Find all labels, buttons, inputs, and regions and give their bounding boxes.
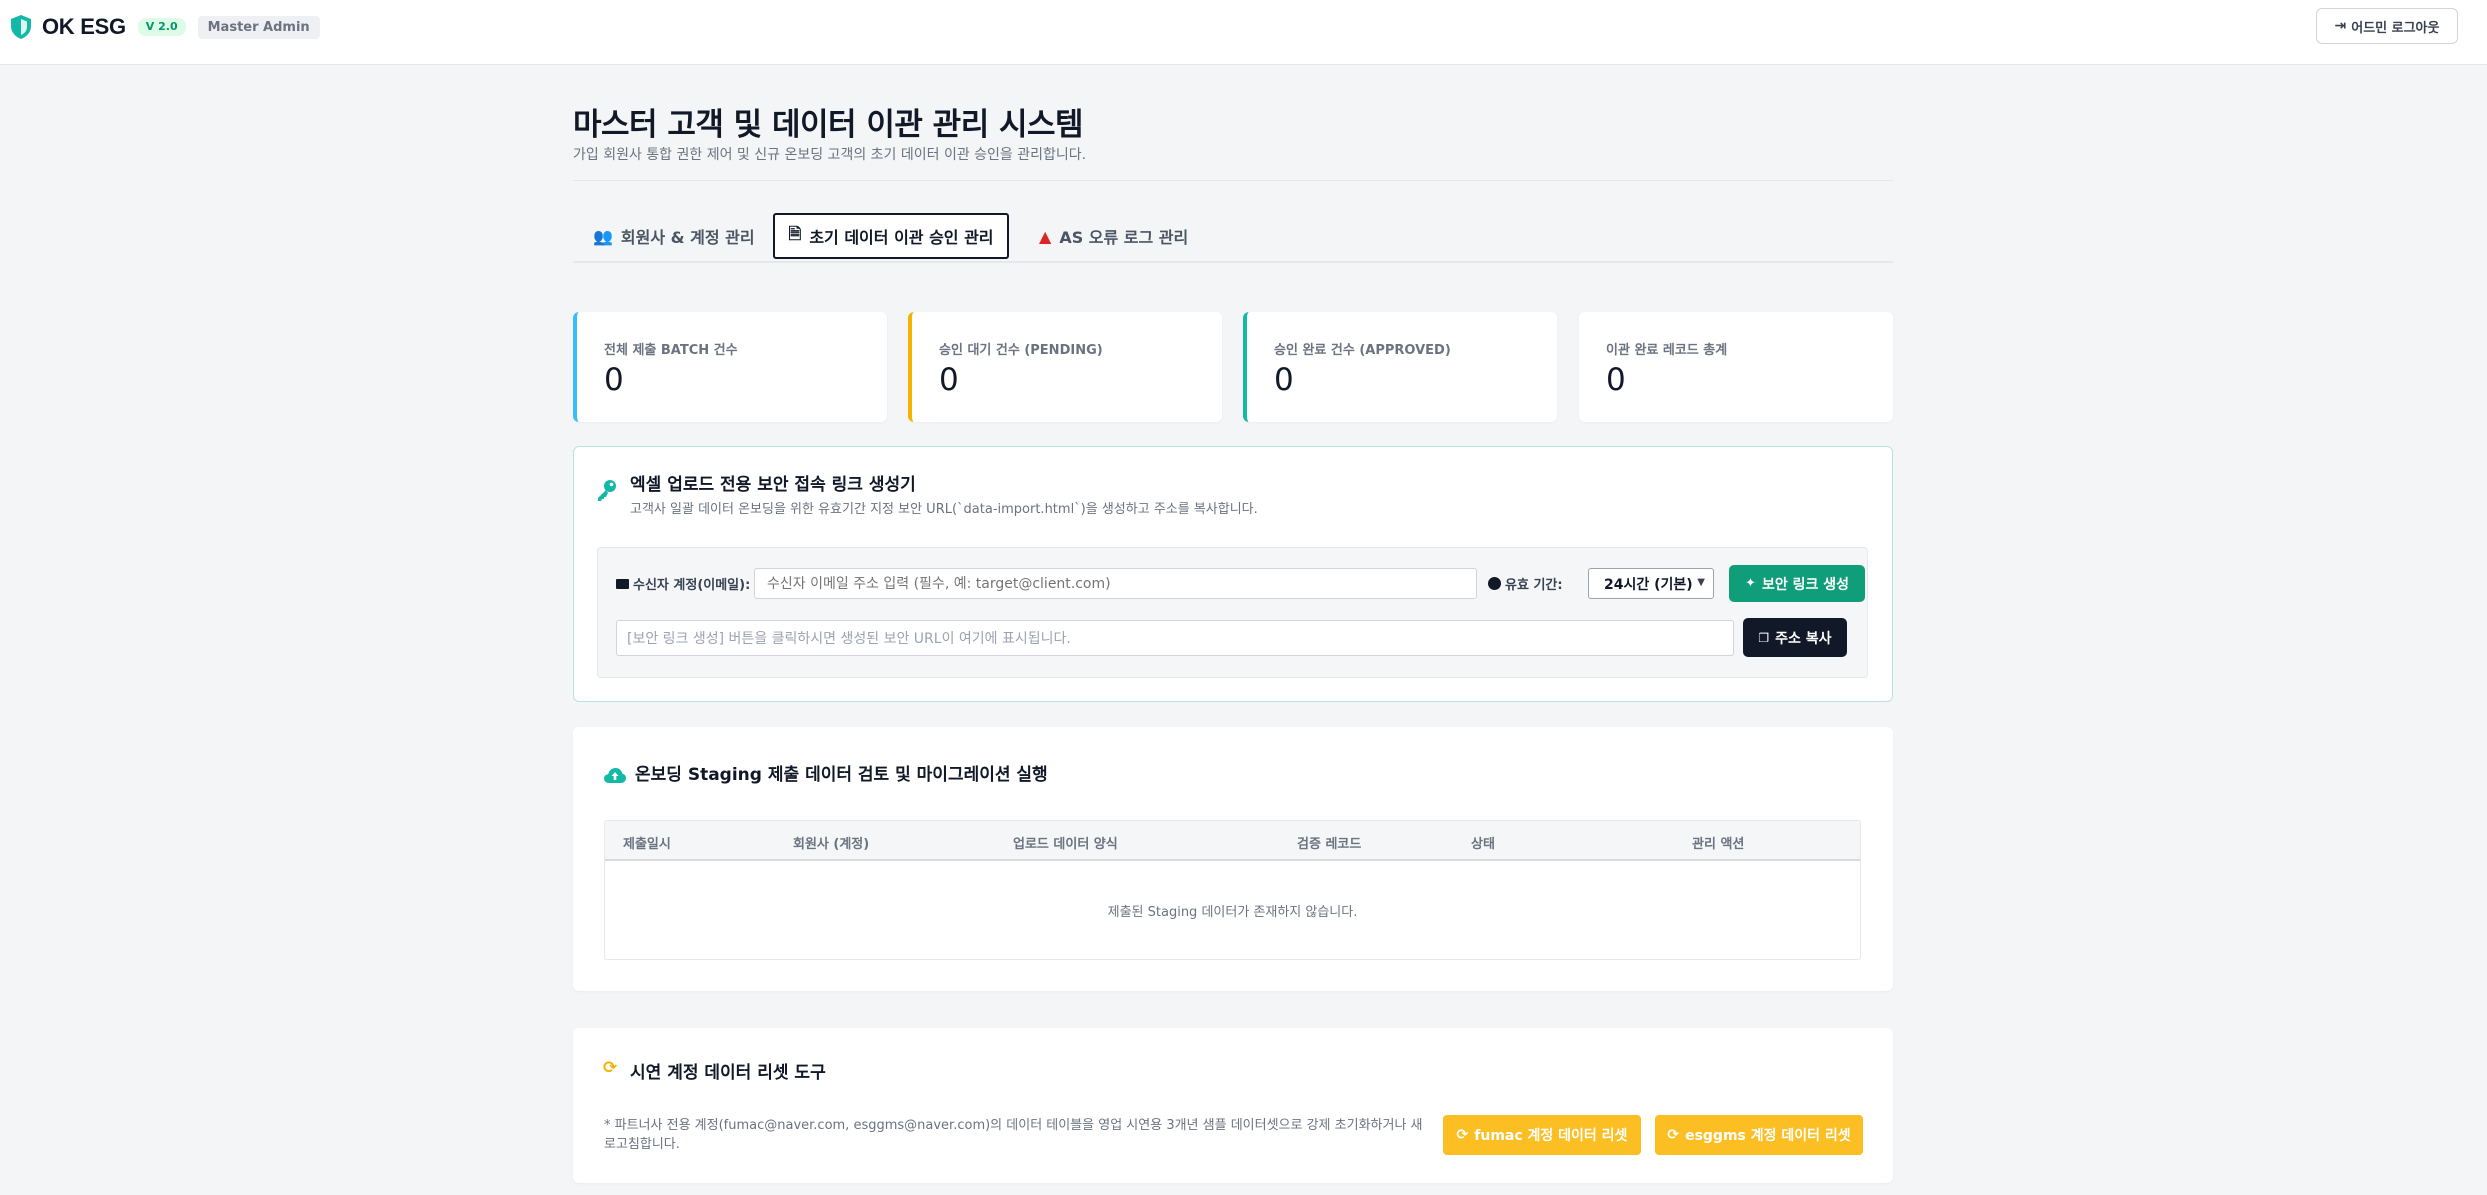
stat-label: 전체 제출 BATCH 건수	[604, 343, 738, 358]
stat-label: 승인 대기 건수 (PENDING)	[939, 343, 1103, 358]
tab-label: AS 오류 로그 관리	[1059, 228, 1189, 247]
stat-value: 0	[1274, 362, 1294, 398]
brand: OK ESG V 2.0 Master Admin	[10, 14, 320, 40]
column-header: 업로드 데이터 양식	[1013, 837, 1118, 852]
envelope-icon	[616, 578, 629, 589]
refresh-icon: ⟳	[603, 1058, 618, 1078]
empty-state-message: 제출된 Staging 데이터가 존재하지 않습니다.	[1107, 905, 1358, 920]
generator-description: 고객사 일괄 데이터 온보딩을 위한 유효기간 지정 보안 URL(`data-…	[630, 502, 1258, 517]
chevron-down-icon: ▼	[1697, 577, 1705, 588]
reset-title: 시연 계정 데이터 리셋 도구	[630, 1063, 826, 1083]
copy-label: 주소 복사	[1775, 630, 1832, 647]
reset-fumac-button[interactable]: ⟳ fumac 계정 데이터 리셋	[1443, 1115, 1641, 1155]
file-import-icon: 🗎	[788, 223, 802, 243]
validity-selected: 24시간 (기본)	[1604, 576, 1693, 593]
tab-label: 회원사 & 계정 관리	[620, 228, 755, 247]
key-icon	[598, 480, 616, 501]
generator-form: 수신자 계정(이메일): 유효 기간: 24시간 (기본) ▼ ✦ 보안 링크 …	[597, 547, 1868, 678]
stat-label: 이관 완료 레코드 총계	[1606, 343, 1728, 358]
recipient-label: 수신자 계정(이메일):	[616, 574, 750, 593]
generate-link-button[interactable]: ✦ 보안 링크 생성	[1729, 565, 1865, 602]
generate-label: 보안 링크 생성	[1761, 576, 1849, 593]
table-header: 제출일시 회원사 (계정) 업로드 데이터 양식 검증 레코드 상태 관리 액션	[605, 821, 1860, 861]
reset-fumac-label: fumac 계정 데이터 리셋	[1474, 1128, 1628, 1144]
logout-button[interactable]: ⇥ 어드민 로그아웃	[2316, 8, 2458, 44]
top-navbar: OK ESG V 2.0 Master Admin ⇥ 어드민 로그아웃	[0, 0, 2487, 65]
shield-logo-icon	[11, 15, 31, 39]
brand-name: OK ESG	[42, 14, 126, 39]
stat-value: 0	[939, 362, 959, 398]
column-header: 검증 레코드	[1297, 837, 1362, 852]
users-icon: 👥	[593, 226, 613, 246]
generator-title: 엑셀 업로드 전용 보안 접속 링크 생성기	[630, 475, 916, 495]
secure-link-generator: 엑셀 업로드 전용 보안 접속 링크 생성기 고객사 일괄 데이터 온보딩을 위…	[573, 446, 1893, 702]
url-placeholder: [보안 링크 생성] 버튼을 클릭하시면 생성된 보안 URL이 여기에 표시됩…	[627, 631, 1071, 647]
sign-out-icon: ⇥	[2334, 18, 2347, 34]
generated-url-field[interactable]: [보안 링크 생성] 버튼을 클릭하시면 생성된 보안 URL이 여기에 표시됩…	[616, 620, 1734, 656]
staging-review-card: 온보딩 Staging 제출 데이터 검토 및 마이그레이션 실행 제출일시 회…	[573, 727, 1893, 991]
stat-card-approved: 승인 완료 건수 (APPROVED) 0	[1243, 312, 1557, 422]
tab-label: 초기 데이터 이관 승인 관리	[809, 228, 994, 247]
stat-card-pending: 승인 대기 건수 (PENDING) 0	[908, 312, 1222, 422]
staging-title: 온보딩 Staging 제출 데이터 검토 및 마이그레이션 실행	[635, 765, 1048, 785]
refresh-icon: ⟳	[1667, 1127, 1680, 1143]
stat-label: 승인 완료 건수 (APPROVED)	[1274, 343, 1451, 358]
column-header: 관리 액션	[1692, 837, 1745, 852]
tab-bar: 👥 회원사 & 계정 관리 🗎 초기 데이터 이관 승인 관리 ▲ AS 오류 …	[573, 208, 1893, 263]
stat-value: 0	[604, 362, 624, 398]
reset-esggms-label: esggms 계정 데이터 리셋	[1685, 1128, 1851, 1144]
stat-value: 0	[1606, 362, 1626, 398]
staging-table: 제출일시 회원사 (계정) 업로드 데이터 양식 검증 레코드 상태 관리 액션…	[604, 820, 1861, 960]
page-title: 마스터 고객 및 데이터 이관 관리 시스템	[573, 107, 1084, 143]
warning-icon: ▲	[1039, 226, 1052, 246]
cloud-upload-icon	[604, 768, 626, 783]
header-divider	[573, 180, 1893, 181]
clock-icon	[1488, 577, 1501, 590]
version-badge: V 2.0	[137, 18, 186, 36]
role-badge: Master Admin	[197, 15, 320, 39]
page-subtitle: 가입 회원사 통합 권한 제어 및 신규 온보딩 고객의 초기 데이터 이관 승…	[573, 147, 1087, 163]
column-header: 회원사 (계정)	[793, 837, 870, 852]
validity-label: 유효 기간:	[1488, 574, 1563, 593]
stat-card-total: 전체 제출 BATCH 건수 0	[573, 312, 887, 422]
logout-label: 어드민 로그아웃	[2351, 20, 2440, 36]
refresh-icon: ⟳	[1456, 1127, 1469, 1143]
recipient-email-input[interactable]	[754, 568, 1477, 599]
reset-esggms-button[interactable]: ⟳ esggms 계정 데이터 리셋	[1655, 1115, 1863, 1155]
tab-data-migration[interactable]: 🗎 초기 데이터 이관 승인 관리	[773, 213, 1009, 259]
demo-reset-card: ⟳ 시연 계정 데이터 리셋 도구 * 파트너사 전용 계정(fumac@nav…	[573, 1028, 1893, 1183]
stat-cards: 전체 제출 BATCH 건수 0 승인 대기 건수 (PENDING) 0 승인…	[573, 312, 1893, 422]
copy-icon: ❐	[1758, 630, 1770, 645]
column-header: 제출일시	[623, 837, 671, 852]
column-header: 상태	[1471, 837, 1495, 852]
tab-error-logs[interactable]: ▲ AS 오류 로그 관리	[1039, 213, 1188, 259]
copy-url-button[interactable]: ❐ 주소 복사	[1743, 618, 1847, 657]
reset-note: * 파트너사 전용 계정(fumac@naver.com, esggms@nav…	[604, 1118, 1423, 1152]
stat-card-records: 이관 완료 레코드 총계 0	[1579, 312, 1893, 422]
validity-select[interactable]: 24시간 (기본) ▼	[1588, 568, 1714, 599]
magic-wand-icon: ✦	[1745, 576, 1756, 591]
main-container: 마스터 고객 및 데이터 이관 관리 시스템 가입 회원사 통합 권한 제어 및…	[573, 105, 1893, 1183]
tab-members[interactable]: 👥 회원사 & 계정 관리	[593, 213, 755, 259]
